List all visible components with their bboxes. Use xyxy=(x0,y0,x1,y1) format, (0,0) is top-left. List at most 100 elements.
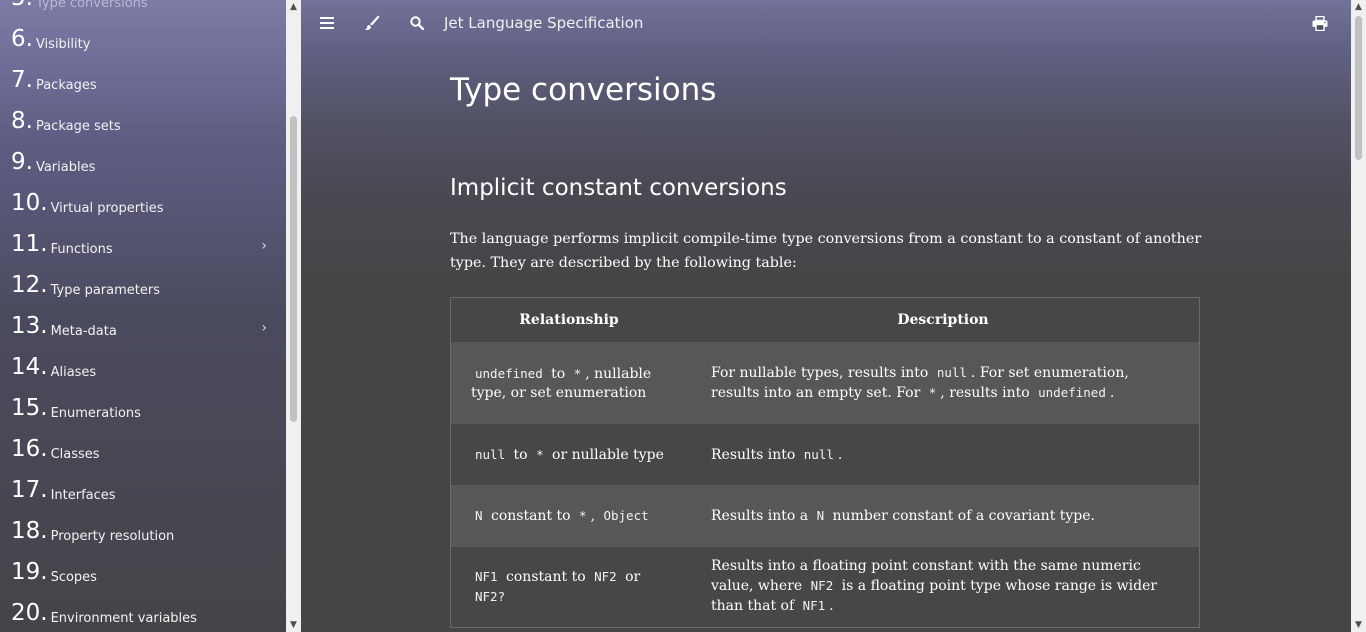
scroll-up-arrow-icon[interactable]: ▲ xyxy=(1351,0,1366,14)
text-fragment: . xyxy=(837,446,843,463)
menu-icon[interactable] xyxy=(317,13,337,33)
relationship-cell: NF1 constant to NF2 or NF2? xyxy=(450,547,687,627)
code-fragment: NF1 xyxy=(802,598,826,614)
sidebar-item[interactable]: 7. Packages xyxy=(0,62,286,103)
chevron-right-icon[interactable]: › xyxy=(261,238,267,254)
sidebar-item-label: Packages xyxy=(35,78,97,93)
scrollbar-thumb[interactable] xyxy=(1355,16,1362,160)
sidebar-item[interactable]: 11. Functions › xyxy=(0,226,286,267)
code-fragment: null xyxy=(936,365,967,380)
code-fragment: * xyxy=(579,508,587,523)
sidebar-item-number: 7. xyxy=(11,67,33,93)
sidebar-item-number: 16. xyxy=(11,436,48,462)
table-row: N constant to *, Object Results into a N … xyxy=(450,485,1200,547)
sidebar-item[interactable]: 16. Classes xyxy=(0,431,286,472)
code-fragment: * xyxy=(536,446,544,462)
text-fragment: or nullable type xyxy=(547,446,664,463)
scroll-up-arrow-icon[interactable]: ▲ xyxy=(286,0,301,14)
sidebar-item[interactable]: 8. Package sets xyxy=(0,103,286,144)
sidebar-item-label: Enumerations xyxy=(50,406,141,421)
text-fragment: Results into xyxy=(711,446,800,463)
sidebar-item-number: 20. xyxy=(11,600,48,626)
sidebar-item[interactable]: 15. Enumerations xyxy=(0,390,286,431)
table-row: null to * or nullable type Results into n… xyxy=(450,424,1200,485)
main-scrollbar[interactable]: ▲ ▼ xyxy=(1351,0,1366,632)
sidebar-item[interactable]: 14. Aliases xyxy=(0,349,286,390)
sidebar-item-number: 19. xyxy=(11,559,48,585)
sidebar-item[interactable]: 19. Scopes xyxy=(0,554,286,595)
sidebar-item[interactable]: 9. Variables xyxy=(0,144,286,185)
relationship-cell: undefined to *, nullable type, or set en… xyxy=(450,342,687,424)
sidebar-item-number: 11. xyxy=(11,231,48,257)
sidebar-item-label: Functions xyxy=(50,242,113,257)
sidebar-item-number: 14. xyxy=(11,354,48,380)
toc-list: 5.Type conversions6.Visibility7.Packages… xyxy=(0,0,286,632)
sidebar-item[interactable]: 20. Environment variables xyxy=(0,595,286,632)
sidebar-scrollbar[interactable]: ▲ ▼ xyxy=(286,0,301,632)
sidebar-item-label: Variables xyxy=(35,160,96,175)
code-fragment: Object xyxy=(603,508,649,523)
sidebar-item-label: Meta-data xyxy=(50,324,117,339)
sidebar-item-label: Environment variables xyxy=(50,611,197,626)
sidebar-item-number: 18. xyxy=(11,518,48,544)
sidebar-item-label: Scopes xyxy=(50,570,97,585)
code-fragment: NF2 xyxy=(810,578,834,594)
scroll-down-arrow-icon[interactable]: ▼ xyxy=(1351,618,1366,632)
sidebar-item-number: 13. xyxy=(11,313,48,339)
code-fragment: undefined xyxy=(475,365,543,381)
code-fragment: N xyxy=(475,508,483,523)
sidebar-item-number: 8. xyxy=(11,108,33,134)
brush-icon[interactable] xyxy=(362,13,382,33)
sidebar-item[interactable]: 18. Property resolution xyxy=(0,513,286,554)
sidebar-item[interactable]: 13. Meta-data › xyxy=(0,308,286,349)
column-header-description: Description xyxy=(687,297,1200,342)
text-fragment: . xyxy=(1109,385,1115,401)
sidebar-item-number: 5. xyxy=(11,0,33,10)
sidebar-item-label: Type conversions xyxy=(35,0,148,11)
code-fragment: undefined xyxy=(1038,385,1106,400)
sidebar-item-label: Classes xyxy=(50,447,100,462)
code-fragment: NF2? xyxy=(475,588,506,604)
sidebar-item-label: Aliases xyxy=(50,365,97,380)
chevron-right-icon[interactable]: › xyxy=(261,320,267,336)
description-cell: For nullable types, results into null. F… xyxy=(687,342,1200,424)
sidebar-item-label: Property resolution xyxy=(50,529,175,544)
code-fragment: NF1 xyxy=(475,568,498,584)
scrollbar-thumb[interactable] xyxy=(290,116,297,422)
code-fragment: * xyxy=(928,385,937,400)
scroll-down-arrow-icon[interactable]: ▼ xyxy=(286,618,301,632)
sidebar-item[interactable]: 5.Type conversions xyxy=(0,0,286,21)
sidebar-item[interactable]: 12. Type parameters xyxy=(0,267,286,308)
sidebar-item-number: 10. xyxy=(11,190,48,216)
table-row: NF1 constant to NF2 or NF2? Results into … xyxy=(450,547,1200,627)
page-title: Type conversions xyxy=(450,72,717,108)
code-fragment: NF2 xyxy=(594,568,617,584)
sidebar-item-label: Package sets xyxy=(35,119,121,134)
sidebar-item-number: 9. xyxy=(11,149,33,175)
sidebar-item-number: 17. xyxy=(11,477,48,503)
sidebar-item-number: 12. xyxy=(11,272,48,298)
toolbar: Jet Language Specification xyxy=(301,0,1351,46)
text-fragment: to xyxy=(509,446,533,463)
sidebar-item[interactable]: 17. Interfaces xyxy=(0,472,286,513)
print-icon[interactable] xyxy=(1310,13,1330,33)
sidebar-item[interactable]: 10. Virtual properties xyxy=(0,185,286,226)
code-fragment: null xyxy=(475,446,506,462)
code-fragment: null xyxy=(803,446,834,462)
sidebar-item-label: Type parameters xyxy=(50,283,160,298)
table-row: undefined to *, nullable type, or set en… xyxy=(450,342,1200,424)
text-fragment: constant to xyxy=(486,508,576,524)
sidebar-item-label: Visibility xyxy=(35,37,91,52)
book-title[interactable]: Jet Language Specification xyxy=(444,14,643,32)
intro-paragraph: The language performs implicit compile-t… xyxy=(450,231,1202,271)
text-fragment: number constant of a covariant type. xyxy=(828,508,1096,524)
conversion-table: Relationship Description undefined to *,… xyxy=(450,297,1200,628)
sidebar-toc: 5.Type conversions6.Visibility7.Packages… xyxy=(0,0,286,632)
text-fragment: to xyxy=(546,365,570,382)
text-fragment: For nullable types, results into xyxy=(711,365,933,381)
sidebar-item[interactable]: 6. Visibility xyxy=(0,21,286,62)
search-icon[interactable] xyxy=(407,13,427,33)
description-cell: Results into null. xyxy=(687,424,1200,485)
sidebar-item-label: Interfaces xyxy=(50,488,116,503)
text-fragment: , results into xyxy=(940,385,1035,401)
